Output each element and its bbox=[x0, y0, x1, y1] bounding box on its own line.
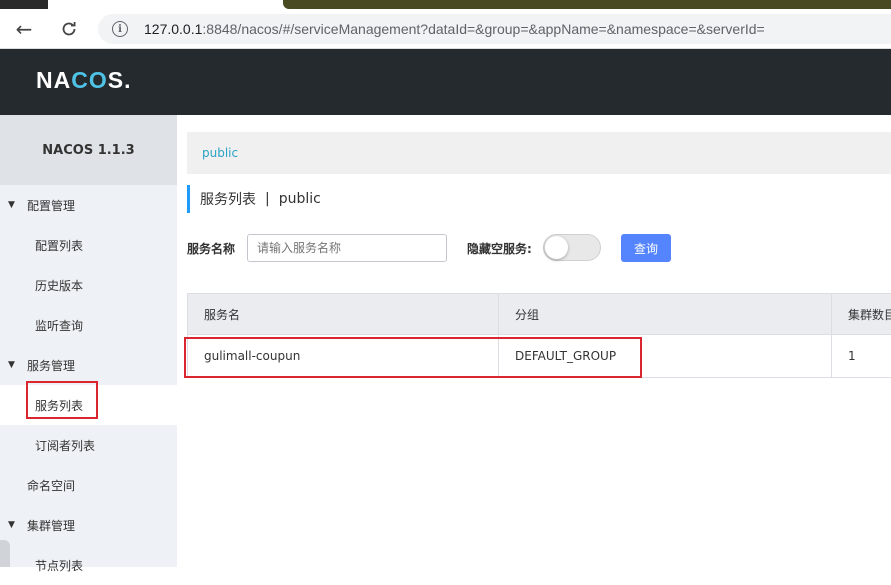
back-icon[interactable]: ← bbox=[12, 17, 36, 41]
sidebar-group-config[interactable]: ▼ 配置管理 bbox=[0, 185, 177, 225]
service-name-input[interactable] bbox=[247, 234, 447, 262]
sidebar-item-history[interactable]: 历史版本 bbox=[0, 265, 177, 305]
caret-down-icon: ▼ bbox=[8, 360, 15, 370]
sidebar-collapse-handle[interactable] bbox=[0, 540, 10, 567]
browser-tabstrip bbox=[0, 0, 891, 9]
sidebar-group-service[interactable]: ▼ 服务管理 bbox=[0, 345, 177, 385]
table-header: 服务名 分组 集群数目 bbox=[187, 293, 891, 335]
url-text: 127.0.0.1:8848/nacos/#/serviceManagement… bbox=[144, 21, 765, 37]
sidebar-item-config-list[interactable]: 配置列表 bbox=[0, 225, 177, 265]
url-bar[interactable]: i 127.0.0.1:8848/nacos/#/serviceManageme… bbox=[98, 14, 891, 44]
hide-empty-label: 隐藏空服务: bbox=[467, 242, 532, 256]
browser-tab-inactive[interactable] bbox=[283, 0, 891, 9]
info-icon[interactable]: i bbox=[112, 21, 128, 37]
sidebar-item-subscribers[interactable]: 订阅者列表 bbox=[0, 425, 177, 465]
highlight-box-sidebar bbox=[26, 381, 98, 419]
browser-addressbar: ← i 127.0.0.1:8848/nacos/#/serviceManage… bbox=[0, 9, 891, 49]
sidebar-item-nodes[interactable]: 节点列表 bbox=[0, 545, 177, 585]
sidebar-item-listener[interactable]: 监听查询 bbox=[0, 305, 177, 345]
page-title: 服务列表 | public bbox=[187, 185, 321, 213]
sidebar: NACOS 1.1.3 ▼ 配置管理 配置列表 历史版本 监听查询 ▼ 服务管理… bbox=[0, 115, 177, 573]
highlight-box-row-group bbox=[497, 337, 642, 378]
caret-down-icon: ▼ bbox=[8, 520, 15, 530]
app-header: NACOS. bbox=[0, 49, 891, 115]
toggle-knob bbox=[545, 236, 568, 259]
highlight-box-row bbox=[184, 337, 499, 378]
cell-cluster-count: 1 bbox=[831, 335, 891, 377]
namespace-bar: public bbox=[187, 132, 891, 174]
sidebar-item-namespace[interactable]: 命名空间 bbox=[0, 465, 177, 505]
hide-empty-toggle[interactable] bbox=[543, 234, 601, 261]
reload-icon[interactable] bbox=[57, 17, 81, 41]
column-header-group[interactable]: 分组 bbox=[498, 294, 831, 334]
sidebar-group-cluster[interactable]: ▼ 集群管理 bbox=[0, 505, 177, 545]
sidebar-version: NACOS 1.1.3 bbox=[0, 115, 177, 185]
browser-tab-active[interactable] bbox=[0, 0, 48, 9]
column-header-service-name[interactable]: 服务名 bbox=[187, 294, 498, 334]
namespace-tab-public[interactable]: public bbox=[202, 146, 238, 160]
service-name-label: 服务名称 bbox=[187, 242, 236, 256]
nacos-logo[interactable]: NACOS. bbox=[36, 67, 131, 94]
query-button[interactable]: 查询 bbox=[621, 234, 671, 262]
column-header-cluster-count[interactable]: 集群数目 bbox=[831, 294, 891, 334]
caret-down-icon: ▼ bbox=[8, 200, 15, 210]
